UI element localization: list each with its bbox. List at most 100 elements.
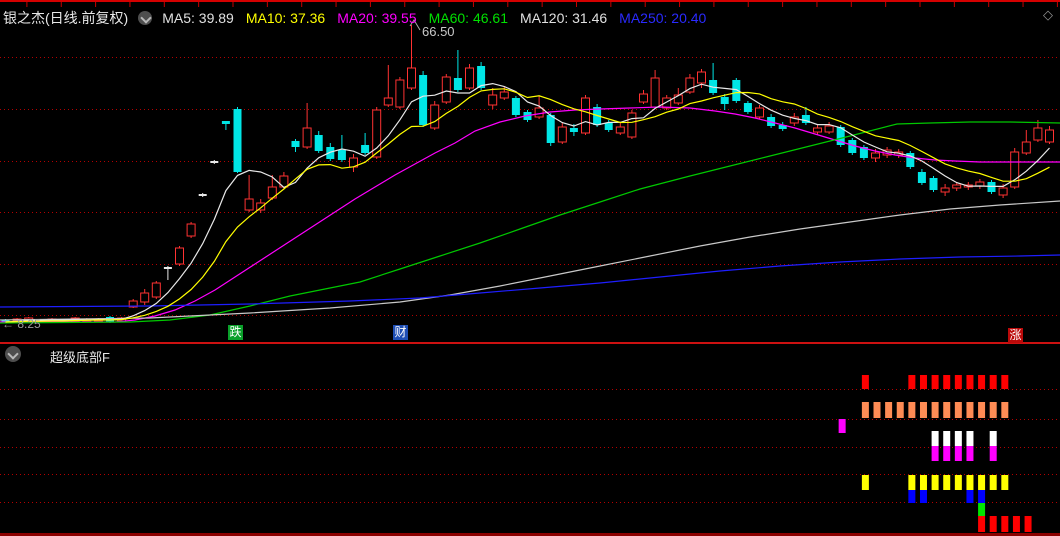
indicator-bar-yellow	[954, 475, 962, 490]
indicator-bar-yellow	[943, 475, 951, 490]
candlestick	[615, 123, 625, 135]
candlestick	[395, 77, 405, 109]
indicator-bar-white	[931, 431, 939, 446]
ma-line	[5, 88, 1050, 323]
candlestick	[198, 193, 207, 197]
indicator-bar-yellow	[989, 475, 997, 490]
candlestick	[291, 139, 300, 152]
indicator-bar-yellow	[861, 475, 869, 490]
indicator-bar-orange	[908, 402, 916, 418]
chevron-glyph	[140, 12, 152, 24]
candlestick	[557, 123, 567, 144]
indicator-bar-orange	[873, 402, 881, 418]
indicator-bar-red-top	[966, 375, 974, 389]
indicator-bar-red-top	[954, 375, 962, 389]
indicator-bar-blue	[978, 490, 986, 503]
indicator-bar-red-top	[908, 375, 916, 389]
candlestick	[1033, 120, 1043, 142]
candlestick	[151, 281, 161, 299]
candlestick	[453, 50, 462, 92]
indicator-bar-red-bottom	[989, 516, 997, 532]
candlestick	[430, 101, 440, 130]
indicator-bar-orange	[885, 402, 893, 418]
indicator-bar-red-top	[943, 375, 951, 389]
candlestick	[186, 222, 196, 238]
indicator-bar-green	[978, 503, 986, 516]
indicator-bar-orange	[1001, 402, 1009, 418]
indicator-bar-magenta	[954, 446, 962, 461]
indicator-bar-yellow	[966, 475, 974, 490]
candlestick	[709, 63, 718, 95]
candlestick	[383, 65, 393, 107]
indicator-bar-blue	[966, 490, 974, 503]
indicator-bar-red-bottom	[1012, 516, 1020, 532]
indicator-bar-red-bottom	[1024, 516, 1032, 532]
indicator-bar-magenta	[943, 446, 951, 461]
candlestick	[778, 122, 787, 131]
indicator-bar-orange	[861, 402, 869, 418]
candlestick	[1045, 126, 1054, 144]
ma-line	[0, 254, 1060, 308]
indicator-bar-yellow	[931, 475, 939, 490]
candlestick	[175, 246, 184, 266]
candlestick	[210, 160, 219, 164]
candlestick	[639, 90, 648, 104]
indicator-bar-orange	[943, 402, 951, 418]
candlestick	[824, 122, 834, 134]
candlestick	[650, 70, 660, 109]
tdx-window: 银之杰(日线.前复权) MA5: 39.89 MA10: 37.36 MA20: 3…	[0, 0, 1060, 536]
candlestick	[140, 289, 150, 305]
main-chart-canvas[interactable]	[0, 0, 1060, 342]
indicator-bar-magenta-left	[838, 419, 846, 433]
candlestick	[743, 101, 752, 114]
candlestick	[685, 74, 695, 94]
indicator-bar-yellow	[908, 475, 916, 490]
candlestick	[488, 88, 498, 109]
indicator-bar-red-top	[1001, 375, 1009, 389]
indicator-bar-red-top	[861, 375, 869, 389]
candlestick	[511, 96, 520, 117]
candlestick	[534, 96, 544, 119]
indicator-bar-orange	[954, 402, 962, 418]
candlestick	[441, 74, 451, 104]
candlestick	[917, 169, 926, 185]
candlestick	[581, 95, 590, 135]
candlestick	[233, 107, 242, 173]
indicator-bar-orange	[989, 402, 997, 418]
indicator-bar-orange	[931, 402, 939, 418]
candlestick	[929, 176, 938, 192]
candlestick	[361, 133, 370, 155]
candlestick	[732, 78, 741, 103]
indicator-bar-yellow	[919, 475, 927, 490]
indicator-bar-yellow	[1001, 475, 1009, 490]
candlestick	[244, 175, 254, 212]
candlestick	[975, 179, 985, 189]
indicator-bar-red-top	[989, 375, 997, 389]
candlestick	[221, 121, 230, 130]
candlestick	[419, 71, 428, 127]
indicator-bar-white	[954, 431, 962, 446]
indicator-bar-orange	[896, 402, 904, 418]
indicator-bar-blue	[919, 490, 927, 503]
indicator-bar-magenta	[989, 446, 997, 461]
indicator-bar-red-bottom	[978, 516, 986, 532]
indicator-bar-orange	[919, 402, 927, 418]
candlestick	[755, 105, 764, 119]
ma-line	[0, 200, 1060, 321]
indicator-panel-canvas[interactable]	[0, 344, 1060, 534]
indicator-bar-orange	[978, 402, 986, 418]
indicator-bar-white	[989, 431, 997, 446]
candlestick	[314, 131, 323, 153]
candlestick	[1010, 148, 1020, 189]
indicator-bar-white	[966, 431, 974, 446]
indicator-bar-red-top	[931, 375, 939, 389]
indicator-bar-magenta	[931, 446, 939, 461]
candlestick	[627, 110, 637, 139]
window-top-border	[0, 0, 1060, 2]
indicator-bar-yellow	[978, 475, 986, 490]
candlestick	[465, 64, 474, 90]
indicator-bar-orange	[966, 402, 974, 418]
candlestick	[906, 151, 915, 169]
candlestick	[1021, 130, 1031, 155]
indicator-bar-blue	[908, 490, 916, 503]
